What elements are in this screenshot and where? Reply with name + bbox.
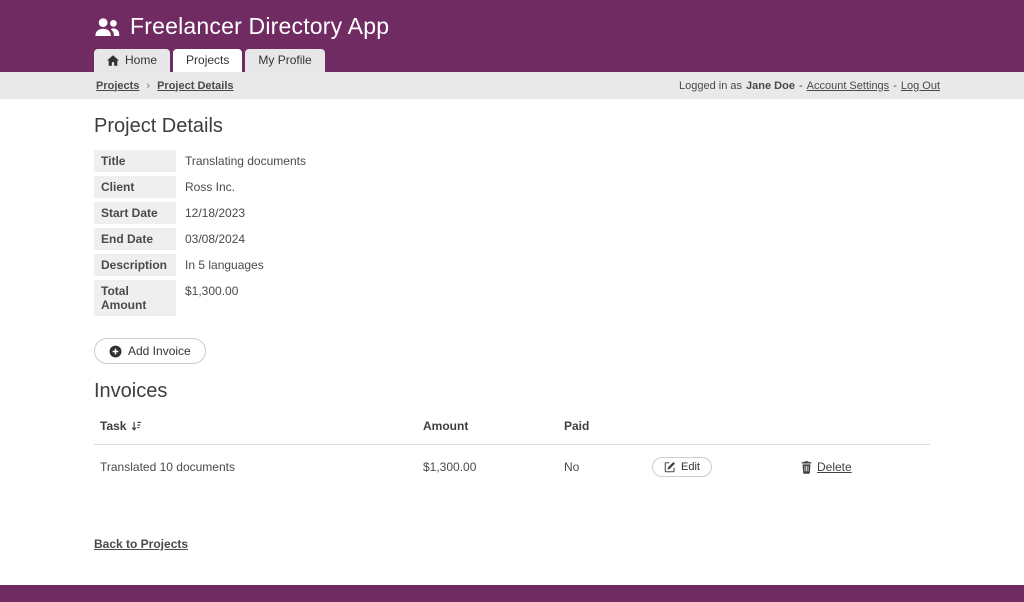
breadcrumb: Projects › Project Details <box>96 80 234 92</box>
plus-circle-icon <box>109 345 122 358</box>
invoice-amount-cell: $1,300.00 <box>423 460 564 474</box>
logged-in-user: Jane Doe <box>746 80 795 92</box>
invoice-task-cell: Translated 10 documents <box>100 460 423 474</box>
column-header-amount: Amount <box>423 419 564 433</box>
page-title: Project Details <box>94 115 1024 138</box>
detail-row-title: Title Translating documents <box>94 150 1024 172</box>
detail-label: Client <box>94 176 176 198</box>
detail-value: Ross Inc. <box>176 176 235 198</box>
detail-value: In 5 languages <box>176 254 264 276</box>
detail-label: End Date <box>94 228 176 250</box>
app-title: Freelancer Directory App <box>130 13 389 40</box>
project-details-table: Title Translating documents Client Ross … <box>94 150 1024 316</box>
breadcrumb-separator-icon: › <box>146 80 150 92</box>
detail-row-client: Client Ross Inc. <box>94 176 1024 198</box>
account-settings-link[interactable]: Account Settings <box>807 80 890 92</box>
back-to-projects-link[interactable]: Back to Projects <box>94 537 188 551</box>
task-column-label: Task <box>100 419 126 433</box>
delete-invoice-link[interactable]: Delete <box>801 460 852 474</box>
invoice-paid-cell: No <box>564 460 652 474</box>
log-out-link[interactable]: Log Out <box>901 80 940 92</box>
detail-row-start-date: Start Date 12/18/2023 <box>94 202 1024 224</box>
detail-row-end-date: End Date 03/08/2024 <box>94 228 1024 250</box>
tab-my-profile-label: My Profile <box>258 53 311 67</box>
detail-row-description: Description In 5 languages <box>94 254 1024 276</box>
detail-label: Total Amount <box>94 280 176 316</box>
app-header: Freelancer Directory App Home Projects M… <box>0 0 1024 72</box>
breadcrumb-projects-link[interactable]: Projects <box>96 80 139 92</box>
tab-projects[interactable]: Projects <box>173 49 242 72</box>
delete-link-label: Delete <box>817 460 852 474</box>
edit-button-label: Edit <box>681 461 700 473</box>
tab-projects-label: Projects <box>186 53 229 67</box>
logged-in-prefix: Logged in as <box>679 80 742 92</box>
detail-value: 12/18/2023 <box>176 202 245 224</box>
add-invoice-button[interactable]: Add Invoice <box>94 338 206 364</box>
invoices-table-header: Task Amount Paid <box>94 403 930 445</box>
session-separator: - <box>799 80 803 92</box>
tab-my-profile[interactable]: My Profile <box>245 49 324 72</box>
tab-home-label: Home <box>125 53 157 67</box>
detail-row-total-amount: Total Amount $1,300.00 <box>94 280 1024 316</box>
tab-home[interactable]: Home <box>94 49 170 72</box>
footer-bar <box>0 585 1024 602</box>
edit-invoice-button[interactable]: Edit <box>652 457 712 477</box>
trash-icon <box>801 461 812 474</box>
detail-value: $1,300.00 <box>176 280 238 316</box>
detail-label: Description <box>94 254 176 276</box>
invoices-heading: Invoices <box>94 380 1024 403</box>
sort-icon[interactable] <box>131 421 142 432</box>
app-brand: Freelancer Directory App <box>0 0 1024 40</box>
breadcrumb-bar: Projects › Project Details Logged in as … <box>0 72 1024 99</box>
edit-icon <box>664 461 676 473</box>
detail-value: Translating documents <box>176 150 306 172</box>
column-header-task[interactable]: Task <box>100 419 423 433</box>
detail-label: Title <box>94 150 176 172</box>
home-icon <box>107 55 119 66</box>
session-separator: - <box>893 80 897 92</box>
detail-label: Start Date <box>94 202 176 224</box>
column-header-paid: Paid <box>564 419 652 433</box>
main-content: Project Details Title Translating docume… <box>0 99 1024 553</box>
breadcrumb-project-details-link[interactable]: Project Details <box>157 80 233 92</box>
invoices-table: Task Amount Paid Translated 10 documents… <box>94 403 930 479</box>
add-invoice-label: Add Invoice <box>128 344 191 358</box>
detail-value: 03/08/2024 <box>176 228 245 250</box>
session-info: Logged in as Jane Doe - Account Settings… <box>679 80 940 92</box>
tab-bar: Home Projects My Profile <box>94 49 325 72</box>
invoice-row: Translated 10 documents $1,300.00 No Edi… <box>94 445 930 479</box>
users-icon <box>94 18 120 36</box>
